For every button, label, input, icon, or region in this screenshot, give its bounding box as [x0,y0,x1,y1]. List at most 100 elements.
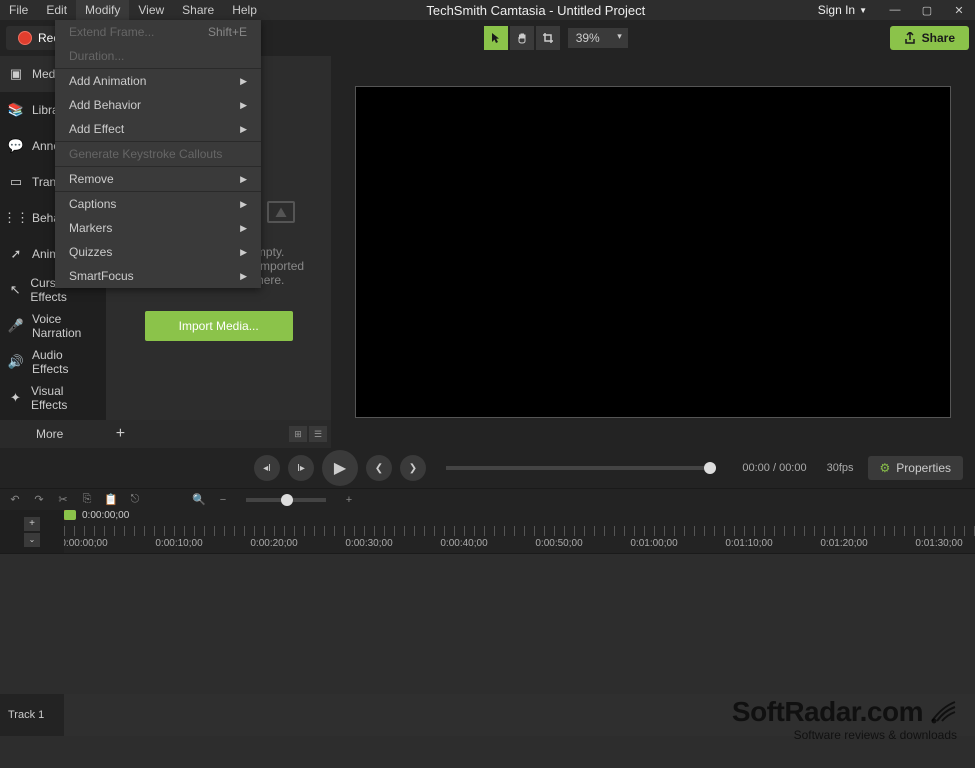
track-row-1[interactable]: Track 1 [0,694,975,736]
sidebar-item-audio-effects[interactable]: 🔊Audio Effects [0,344,106,380]
timeline-tracks: Track 1 [0,554,975,754]
crop-tool[interactable] [536,26,560,50]
add-media-button[interactable]: + [106,420,134,448]
playback-bar: ◂I I▸ ▶ ❮ ❯ 00:00 / 00:00 30fps ⚙Propert… [0,448,975,488]
ruler-label: 0:01:00;00 [630,538,677,549]
cut-button[interactable]: ✂ [56,493,70,507]
dd-extend-frame-: Extend Frame...Shift+E [55,20,261,44]
track-options-button[interactable]: ⌄ [24,533,40,547]
next-button[interactable]: ❯ [400,455,426,481]
ruler-label: 0:00:50;00 [535,538,582,549]
share-button[interactable]: Share [890,26,969,50]
dd-duration-: Duration... [55,44,261,68]
playhead[interactable] [69,510,71,522]
track-1-header[interactable]: Track 1 [0,694,64,736]
properties-button[interactable]: ⚙Properties [868,456,963,480]
menu-view[interactable]: View [129,0,173,20]
dd-markers[interactable]: Markers▶ [55,216,261,240]
dd-add-behavior[interactable]: Add Behavior▶ [55,93,261,117]
copy-button[interactable]: ⎘ [80,493,94,507]
menu-file[interactable]: File [0,0,37,20]
fps-label: 30fps [821,462,860,474]
dd-generate-keystroke-callouts: Generate Keystroke Callouts [55,142,261,166]
grid-view-button[interactable]: ⊞ [289,426,307,442]
sidebar-item-voice-narration[interactable]: 🎤Voice Narration [0,308,106,344]
timeline-zoom-slider[interactable] [246,498,326,502]
add-track-button[interactable]: + [24,517,40,531]
ruler-label: 0:00:00;00 [64,538,108,549]
media-footer: + ⊞ ☰ [106,420,331,448]
record-icon [18,31,32,45]
window-controls: Sign In▼ — ▢ ✕ [806,0,975,20]
canvas-tools: 39% [484,26,628,50]
animations-icon: ➚ [8,246,24,262]
timeline-ruler[interactable]: 0:00:00;00 0:00:00;00 0:00:10;00 0:00:20;0… [64,510,975,553]
next-frame-button[interactable]: I▸ [288,455,314,481]
library-icon: 📚 [8,102,24,118]
current-time-label: 0:00:00;00 [82,510,129,521]
cursor-icon: ↖ [8,282,22,298]
dd-add-animation[interactable]: Add Animation▶ [55,69,261,93]
pan-tool[interactable] [510,26,534,50]
visual-icon: ✦ [8,390,23,406]
sidebar-more[interactable]: More [0,420,106,448]
titlebar: File Edit Modify View Share Help TechSmi… [0,0,975,20]
zoom-search-icon: 🔍 [192,493,206,507]
timeline-toolbar: ↶ ↷ ✂ ⎘ 📋 ⎋ 🔍 − + [0,488,975,510]
transitions-icon: ▭ [8,174,24,190]
zoom-handle[interactable] [281,494,293,506]
menu-help[interactable]: Help [223,0,266,20]
ruler-label: 0:00:30;00 [345,538,392,549]
timecode: 00:00 / 00:00 [736,462,812,474]
undo-button[interactable]: ↶ [8,493,22,507]
dd-smartfocus[interactable]: SmartFocus▶ [55,264,261,288]
modify-dropdown: Extend Frame...Shift+EDuration...Add Ani… [55,20,261,288]
import-media-button[interactable]: Import Media... [145,311,293,341]
scrub-bar[interactable] [446,466,716,470]
dd-captions[interactable]: Captions▶ [55,192,261,216]
paste-button[interactable]: 📋 [104,493,118,507]
zoom-out-button[interactable]: − [216,493,230,507]
audio-icon: 🔊 [8,354,24,370]
dd-remove[interactable]: Remove▶ [55,167,261,191]
timeline: + ⌄ 0:00:00;00 0:00:00;000:00:10;000:00:… [0,510,975,754]
list-view-button[interactable]: ☰ [309,426,327,442]
minimize-button[interactable]: — [879,0,911,20]
annotations-icon: 💬 [8,138,24,154]
redo-button[interactable]: ↷ [32,493,46,507]
zoom-in-button[interactable]: + [342,493,356,507]
ruler-label: 0:00:40;00 [440,538,487,549]
maximize-button[interactable]: ▢ [911,0,943,20]
media-icon: ▣ [8,66,24,82]
share-icon [904,32,916,44]
dd-add-effect[interactable]: Add Effect▶ [55,117,261,141]
menu-modify[interactable]: Modify [76,0,129,20]
track-1-body[interactable] [64,694,975,736]
menubar: File Edit Modify View Share Help [0,0,266,20]
ruler-label: 0:00:10;00 [155,538,202,549]
close-button[interactable]: ✕ [943,0,975,20]
ruler-label: 0:01:30;00 [915,538,962,549]
menu-share[interactable]: Share [173,0,223,20]
prev-button[interactable]: ❮ [366,455,392,481]
menu-edit[interactable]: Edit [37,0,76,20]
select-tool[interactable] [484,26,508,50]
ruler-label: 0:00:20;00 [250,538,297,549]
scrub-handle[interactable] [704,462,716,474]
split-button[interactable]: ⎋ [128,493,142,507]
track-controls: + ⌄ [0,510,64,553]
preview-canvas[interactable] [355,86,951,418]
gear-icon: ⚙ [880,461,891,475]
canvas-area [331,56,975,448]
prev-frame-button[interactable]: ◂I [254,455,280,481]
sidebar-item-visual-effects[interactable]: ✦Visual Effects [0,380,106,416]
timeline-header: + ⌄ 0:00:00;00 0:00:00;000:00:10;000:00:… [0,510,975,554]
signin-button[interactable]: Sign In▼ [806,0,879,20]
mic-icon: 🎤 [8,318,24,334]
ruler-label: 0:01:20;00 [820,538,867,549]
dd-quizzes[interactable]: Quizzes▶ [55,240,261,264]
zoom-dropdown[interactable]: 39% [568,28,628,48]
play-button[interactable]: ▶ [322,450,358,486]
behaviors-icon: ⋮⋮ [8,210,24,226]
placeholder-image-icon: ⛰ [267,201,295,223]
